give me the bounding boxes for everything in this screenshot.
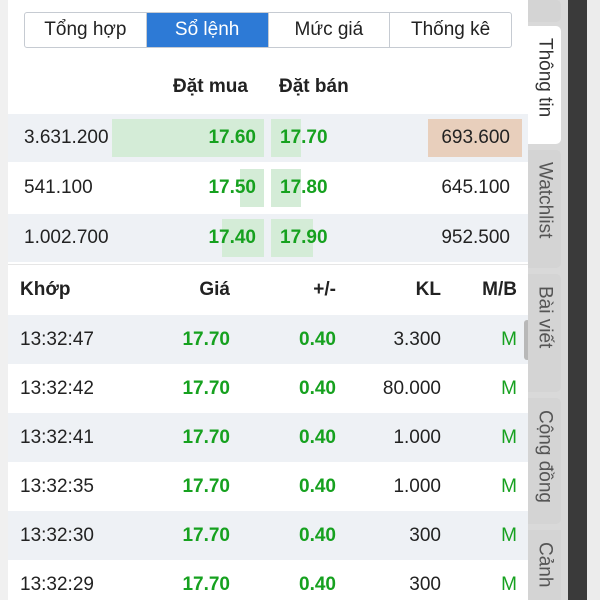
side-tab-thong-tin-label: Thông tin [534,38,556,118]
trade-time: 13:32:47 [20,329,94,350]
tab-thong-ke[interactable]: Thống kê [390,13,511,47]
stock-trading-panel: Tổng hợp Sổ lệnh Mức giá Thống kê Đặt mu… [8,0,528,600]
section-divider [8,264,528,265]
order-book-sell-header: Đặt bán [279,76,349,97]
sell-volume: 952.500 [441,227,510,248]
trade-side: M [501,525,517,546]
sell-price: 17.90 [280,227,328,248]
trade-time: 13:32:42 [20,378,94,399]
buy-price: 17.40 [208,227,256,248]
trade-change: 0.40 [299,525,336,546]
header-change: +/- [313,279,336,300]
trade-price: 17.70 [182,525,230,546]
buy-price: 17.60 [208,127,256,148]
trade-time: 13:32:29 [20,574,94,595]
header-time: Khớp [20,279,71,300]
header-volume: KL [415,279,441,300]
trade-change: 0.40 [299,574,336,595]
table-row: 13:32:42 17.70 0.40 80.000 M [8,364,528,413]
matched-trades-header: Khớp Giá +/- KL M/B [8,266,528,314]
tab-so-lenh[interactable]: Sổ lệnh [146,13,269,47]
trade-time: 13:32:30 [20,525,94,546]
trade-price: 17.70 [182,329,230,350]
trade-volume: 300 [409,525,441,546]
side-tab-bai-viet-label: Bài viết [534,286,556,349]
trade-volume: 80.000 [382,378,441,399]
sell-price: 17.80 [280,177,328,198]
buy-volume: 3.631.200 [24,127,109,148]
buy-volume: 541.100 [24,177,93,198]
side-tab-partial[interactable]: t [528,0,561,22]
order-book-row: 1.002.700 17.40 17.90 952.500 [8,214,528,262]
trade-volume: 3.300 [393,329,441,350]
trade-side: M [501,574,517,595]
trade-price: 17.70 [182,378,230,399]
table-row: 13:32:47 17.70 0.40 3.300 M [8,315,528,364]
trade-change: 0.40 [299,329,336,350]
trade-side: M [501,427,517,448]
header-side: M/B [482,279,517,300]
trade-price: 17.70 [182,574,230,595]
background-window-strip [587,0,600,600]
side-tab-thong-tin[interactable]: Thông tin [528,26,561,144]
side-tab-watchlist[interactable]: Watchlist [528,150,561,268]
header-price: Giá [199,279,230,300]
trade-time: 13:32:35 [20,476,94,497]
order-book-row: 541.100 17.50 17.80 645.100 [8,164,528,212]
side-tab-bai-viet[interactable]: Bài viết [528,274,561,392]
sell-volume: 693.600 [441,127,510,148]
view-tabs: Tổng hợp Sổ lệnh Mức giá Thống kê [24,12,512,48]
side-tab-canh[interactable]: Cảnh [528,530,561,600]
sell-volume: 645.100 [441,177,510,198]
trade-change: 0.40 [299,427,336,448]
table-row: 13:32:29 17.70 0.40 300 M [8,560,528,600]
trade-side: M [501,329,517,350]
trade-volume: 1.000 [393,427,441,448]
trade-side: M [501,378,517,399]
table-row: 13:32:41 17.70 0.40 1.000 M [8,413,528,462]
sell-price: 17.70 [280,127,328,148]
order-book-buy-header: Đặt mua [173,76,248,97]
trade-change: 0.40 [299,378,336,399]
table-row: 13:32:30 17.70 0.40 300 M [8,511,528,560]
buy-volume: 1.002.700 [24,227,109,248]
tab-muc-gia[interactable]: Mức giá [269,13,391,47]
trade-volume: 300 [409,574,441,595]
tab-tong-hop[interactable]: Tổng hợp [25,13,147,47]
side-tab-watchlist-label: Watchlist [534,162,556,239]
trade-volume: 1.000 [393,476,441,497]
window-left-edge [0,0,8,600]
trade-price: 17.70 [182,476,230,497]
trade-time: 13:32:41 [20,427,94,448]
trade-price: 17.70 [182,427,230,448]
trade-side: M [501,476,517,497]
buy-price: 17.50 [208,177,256,198]
side-tab-cong-dong-label: Cộng đồng [534,410,556,503]
side-tab-cong-dong[interactable]: Cộng đồng [528,398,561,524]
trade-change: 0.40 [299,476,336,497]
side-tab-canh-label: Cảnh [534,542,556,588]
order-book-row: 3.631.200 17.60 17.70 693.600 [8,114,528,162]
table-row: 13:32:35 17.70 0.40 1.000 M [8,462,528,511]
